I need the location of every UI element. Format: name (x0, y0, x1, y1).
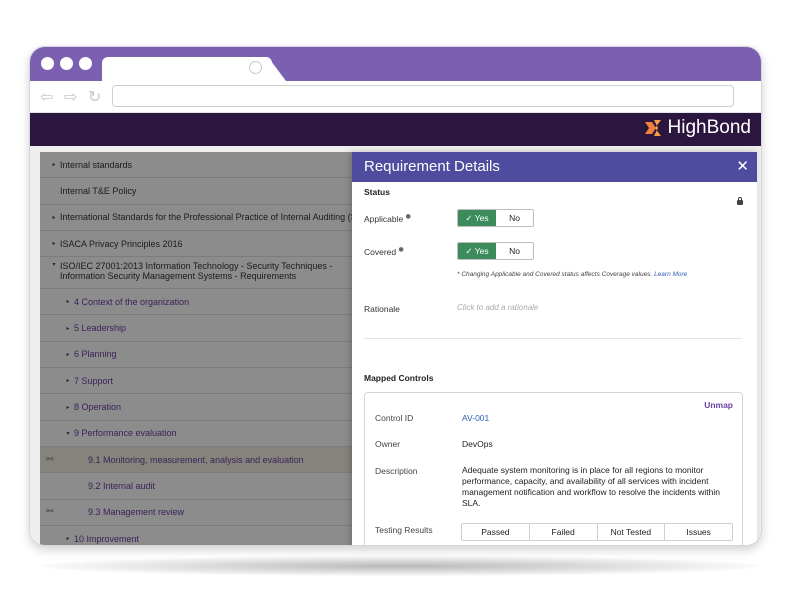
highbond-logo-icon (644, 120, 661, 136)
stage: ⇦ ⇨ ↻ HighBond ▸ Internal standards Intern… (0, 0, 800, 600)
browser-toolbar: ⇦ ⇨ ↻ (30, 81, 761, 113)
browser-window: ⇦ ⇨ ↻ HighBond ▸ Internal standards Intern… (29, 46, 762, 546)
brand-logo[interactable]: HighBond (644, 117, 751, 139)
applicable-toggle[interactable]: ✓ Yes No (457, 209, 534, 227)
rationale-input[interactable]: Click to add a rationale (457, 303, 538, 312)
covered-label: Covered ● (364, 246, 404, 257)
covered-yes-button[interactable]: ✓ Yes (458, 243, 496, 259)
covered-toggle[interactable]: ✓ Yes No (457, 242, 534, 260)
requirement-details-panel: Requirement Details ✕ Status Applicable … (352, 152, 757, 545)
info-icon: ● (398, 246, 404, 253)
unmap-button[interactable]: Unmap (704, 400, 733, 410)
result-failed[interactable]: Failed (530, 524, 598, 540)
mapped-controls-heading: Mapped Controls (364, 373, 434, 383)
control-id-link[interactable]: AV-001 (462, 413, 489, 423)
description-label: Description (375, 466, 418, 476)
window-minimize-dot[interactable] (60, 57, 73, 70)
result-not-tested[interactable]: Not Tested (598, 524, 666, 540)
coverage-note-text: * Changing Applicable and Covered status… (457, 271, 653, 278)
testing-results-label: Testing Results (375, 525, 433, 535)
panel-header: Requirement Details ✕ (352, 152, 757, 182)
section-divider (364, 338, 742, 339)
owner-value: DevOps (462, 439, 493, 449)
app-header: HighBond (30, 113, 761, 146)
window-shadow (40, 556, 760, 576)
brand-name: HighBond (667, 117, 751, 138)
panel-title: Requirement Details (364, 158, 500, 175)
window-maximize-dot[interactable] (79, 57, 92, 70)
tab-edge (268, 57, 286, 81)
main-content: ▸ Internal standards Internal T&E Policy ▸ I… (30, 146, 761, 545)
mapped-control-card: Unmap Control ID AV-001 Owner DevOps Des… (364, 392, 743, 545)
applicable-yes-button[interactable]: ✓ Yes (458, 210, 496, 226)
reload-icon[interactable]: ↻ (88, 87, 101, 106)
learn-more-link[interactable]: Learn More (654, 271, 687, 278)
modal-overlay[interactable] (40, 152, 352, 545)
arrow-right-icon[interactable]: ⇨ (64, 87, 77, 106)
applicable-label: Applicable ● (364, 213, 411, 224)
info-icon: ● (405, 213, 411, 220)
arrow-left-icon[interactable]: ⇦ (40, 87, 53, 106)
covered-no-button[interactable]: No (496, 243, 533, 259)
status-heading: Status (364, 187, 390, 197)
lock-icon (737, 197, 743, 205)
applicable-no-button[interactable]: No (496, 210, 533, 226)
browser-tab[interactable] (102, 57, 272, 81)
coverage-note: * Changing Applicable and Covered status… (457, 271, 687, 278)
testing-results-table: Passed Failed Not Tested Issues (461, 523, 733, 541)
owner-label: Owner (375, 439, 401, 449)
result-passed[interactable]: Passed (462, 524, 530, 540)
browser-titlebar (30, 47, 761, 81)
result-issues[interactable]: Issues (665, 524, 732, 540)
rationale-label: Rationale (364, 304, 400, 314)
description-value: Adequate system monitoring is in place f… (462, 465, 720, 508)
close-icon[interactable]: ✕ (736, 157, 749, 175)
url-bar[interactable] (112, 85, 734, 107)
window-close-dot[interactable] (41, 57, 54, 70)
control-id-label: Control ID (375, 413, 414, 423)
tab-favicon-icon (249, 61, 262, 74)
